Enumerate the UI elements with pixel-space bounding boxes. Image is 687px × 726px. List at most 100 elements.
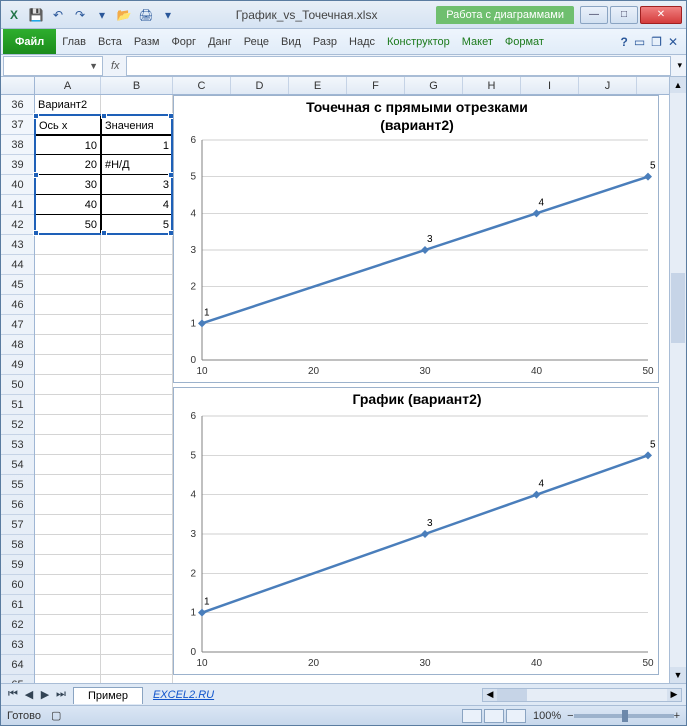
row-header[interactable]: 64 [1,655,34,675]
cell[interactable] [101,315,173,335]
cell[interactable] [101,515,173,535]
cell[interactable]: #Н/Д [101,155,173,175]
row-header[interactable]: 49 [1,355,34,375]
ribbon-tab[interactable]: Данг [202,29,238,54]
cell[interactable] [35,515,101,535]
cell[interactable] [35,235,101,255]
row-header[interactable]: 44 [1,255,34,275]
cell[interactable] [35,615,101,635]
cell[interactable] [101,415,173,435]
cell[interactable]: 4 [101,195,173,215]
cell[interactable] [101,575,173,595]
column-header[interactable]: B [101,77,173,94]
cell[interactable] [101,95,173,115]
cell[interactable] [101,535,173,555]
column-header[interactable]: A [35,77,101,94]
cell[interactable] [35,395,101,415]
sheet-tab-active[interactable]: Пример [73,687,143,704]
row-header[interactable]: 62 [1,615,34,635]
close-button[interactable]: ✕ [640,6,682,24]
row-header[interactable]: 61 [1,595,34,615]
row-header[interactable]: 58 [1,535,34,555]
cell[interactable]: 30 [35,175,101,195]
hscroll-thumb[interactable] [497,689,527,701]
row-header[interactable]: 65 [1,675,34,683]
row-header[interactable]: 57 [1,515,34,535]
tab-nav-last-icon[interactable]: ⏭ [53,687,69,703]
row-header[interactable]: 54 [1,455,34,475]
cell[interactable] [101,335,173,355]
column-header[interactable]: C [173,77,231,94]
row-header[interactable]: 60 [1,575,34,595]
normal-view-button[interactable] [462,709,482,723]
zoom-thumb[interactable] [622,710,628,722]
cell[interactable] [35,255,101,275]
tab-nav-prev-icon[interactable]: ◀ [21,687,37,703]
cell[interactable] [35,675,101,683]
cell[interactable] [35,455,101,475]
cell[interactable] [35,275,101,295]
name-box-dropdown-icon[interactable]: ▼ [89,61,98,71]
column-header[interactable]: I [521,77,579,94]
column-header[interactable]: D [231,77,289,94]
row-header[interactable]: 55 [1,475,34,495]
vertical-scrollbar[interactable]: ▲ ▼ [669,77,686,683]
cell[interactable] [35,355,101,375]
row-header[interactable]: 56 [1,495,34,515]
sheet-credit-link[interactable]: EXCEL2.RU [143,689,224,701]
chart-object[interactable]: 012345610203040501345График (вариант2) [173,387,659,675]
row-header[interactable]: 36 [1,95,34,115]
row-header[interactable]: 52 [1,415,34,435]
undo-icon[interactable]: ↶ [49,6,67,24]
cell[interactable] [101,555,173,575]
cell[interactable]: 1 [101,135,173,155]
chart-object[interactable]: 012345610203040501345Точечная с прямыми … [173,95,659,383]
select-all-corner[interactable] [1,77,35,94]
qat-dropdown-icon[interactable]: ▾ [159,6,177,24]
page-layout-view-button[interactable] [484,709,504,723]
cell[interactable] [35,595,101,615]
cell[interactable] [35,335,101,355]
collapse-ribbon-icon[interactable]: ▭ [634,35,645,49]
ribbon-tab-context[interactable]: Макет [456,29,499,54]
macro-record-icon[interactable]: ▢ [51,709,61,722]
row-header[interactable]: 43 [1,235,34,255]
cell[interactable] [35,655,101,675]
ribbon-tab[interactable]: Реце [238,29,275,54]
column-header[interactable]: E [289,77,347,94]
spreadsheet-grid[interactable]: ABCDEFGHIJ 36373839404142434445464748495… [1,77,686,683]
ribbon-tab[interactable]: Разр [307,29,343,54]
ribbon-tab[interactable]: Вид [275,29,307,54]
ribbon-tab[interactable]: Разм [128,29,166,54]
cell[interactable] [101,635,173,655]
cell[interactable] [35,495,101,515]
cell[interactable]: 5 [101,215,173,235]
scroll-down-icon[interactable]: ▼ [670,667,686,683]
column-header[interactable]: H [463,77,521,94]
cell[interactable] [35,575,101,595]
formula-expand-icon[interactable]: ▾ [673,60,686,71]
cell[interactable] [101,435,173,455]
ribbon-tab[interactable]: Вста [92,29,128,54]
cell[interactable] [101,615,173,635]
formula-input[interactable] [126,56,672,76]
ribbon-tab[interactable]: Форг [165,29,202,54]
redo-icon[interactable]: ↷ [71,6,89,24]
row-header[interactable]: 40 [1,175,34,195]
cell[interactable] [101,475,173,495]
cell[interactable]: 3 [101,175,173,195]
zoom-in-icon[interactable]: + [674,710,680,722]
cell[interactable] [101,675,173,683]
cell[interactable] [101,355,173,375]
cell[interactable] [101,295,173,315]
row-header[interactable]: 59 [1,555,34,575]
ribbon-tab-context[interactable]: Формат [499,29,550,54]
cell[interactable] [101,455,173,475]
doc-close-icon[interactable]: ✕ [668,35,678,49]
cell[interactable] [101,255,173,275]
cell[interactable] [35,475,101,495]
tab-nav-first-icon[interactable]: ⏮ [5,687,21,703]
maximize-button[interactable]: □ [610,6,638,24]
row-header[interactable]: 38 [1,135,34,155]
cells-layer[interactable]: Вариант2Ось хЗначения10120#Н/Д3034045050… [35,95,686,683]
